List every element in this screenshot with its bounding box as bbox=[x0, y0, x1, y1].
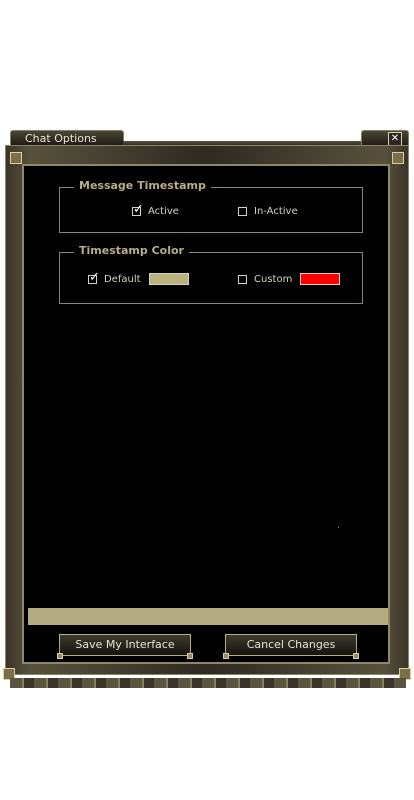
default-label: Default bbox=[104, 273, 141, 285]
custom-label: Custom bbox=[254, 273, 293, 285]
active-option[interactable]: Active bbox=[132, 202, 179, 217]
cancel-changes-button[interactable]: Cancel Changes bbox=[223, 634, 359, 659]
save-interface-button[interactable]: Save My Interface bbox=[57, 634, 193, 659]
custom-color-swatch[interactable] bbox=[300, 273, 341, 285]
inactive-label: In-Active bbox=[254, 206, 298, 217]
custom-color-option[interactable]: Custom bbox=[238, 273, 341, 285]
options-panel: Message Timestamp Active In-Active Times… bbox=[22, 164, 390, 664]
inactive-option[interactable]: In-Active bbox=[238, 206, 298, 217]
active-checkbox[interactable] bbox=[132, 202, 144, 217]
chat-options-window: Chat Options ✕ Message Timestamp Active … bbox=[3, 130, 411, 688]
custom-checkbox[interactable] bbox=[238, 274, 247, 284]
button-ornament bbox=[223, 653, 229, 659]
corner-ornament bbox=[10, 152, 22, 164]
cancel-button-label: Cancel Changes bbox=[246, 638, 336, 651]
timestamp-color-legend: Timestamp Color bbox=[74, 244, 189, 257]
save-button-label: Save My Interface bbox=[75, 638, 175, 651]
default-checkbox[interactable] bbox=[88, 270, 100, 285]
bottom-trim bbox=[10, 678, 406, 688]
status-bar bbox=[28, 608, 388, 625]
stray-pixel bbox=[338, 527, 339, 528]
default-color-swatch[interactable] bbox=[148, 273, 189, 285]
timestamp-color-group: Timestamp Color Default Custom bbox=[59, 244, 363, 304]
window-title: Chat Options bbox=[10, 130, 124, 146]
button-ornament bbox=[353, 653, 359, 659]
inactive-checkbox[interactable] bbox=[238, 207, 247, 216]
window-frame: Message Timestamp Active In-Active Times… bbox=[3, 145, 411, 688]
default-color-option[interactable]: Default bbox=[88, 270, 189, 285]
corner-ornament bbox=[392, 152, 404, 164]
close-icon[interactable]: ✕ bbox=[388, 132, 402, 146]
active-label: Active bbox=[148, 206, 179, 217]
button-ornament bbox=[187, 653, 193, 659]
message-timestamp-legend: Message Timestamp bbox=[74, 179, 211, 192]
message-timestamp-group: Message Timestamp Active In-Active bbox=[59, 179, 363, 233]
button-ornament bbox=[57, 653, 63, 659]
